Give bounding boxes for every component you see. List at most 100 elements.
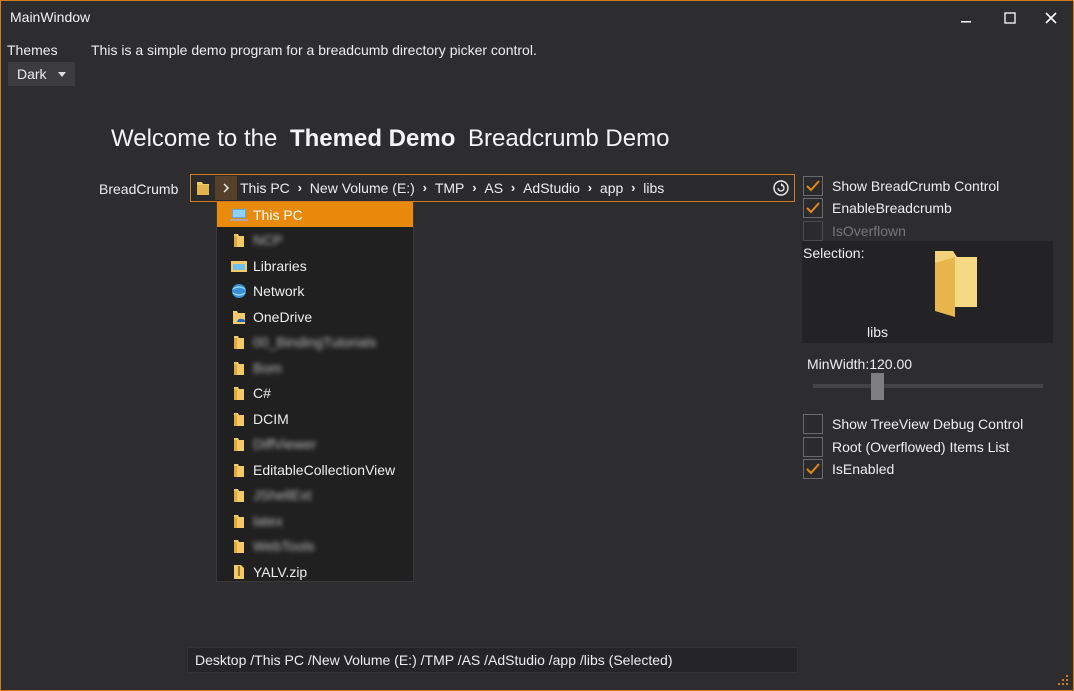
breadcrumb-root-button[interactable] bbox=[192, 176, 214, 200]
chevron-right-icon[interactable]: › bbox=[580, 180, 600, 196]
libraries-icon bbox=[230, 258, 248, 274]
breadcrumb-items: This PC › New Volume (E:) › TMP › AS › AdStudio ›… bbox=[240, 180, 664, 196]
dropdown-item[interactable]: NCP bbox=[217, 228, 413, 253]
chevron-right-icon[interactable]: › bbox=[623, 180, 643, 196]
folder-icon bbox=[935, 251, 977, 317]
dropdown-item-label: Libraries bbox=[253, 257, 307, 274]
close-button[interactable] bbox=[1036, 7, 1066, 29]
network-icon bbox=[230, 283, 248, 299]
dropdown-item-label: EditableCollectionView bbox=[253, 461, 396, 478]
folder-icon bbox=[230, 513, 248, 529]
refresh-button[interactable] bbox=[771, 178, 791, 198]
folder-icon bbox=[230, 232, 248, 248]
intro-text: This is a simple demo program for a brea… bbox=[91, 42, 537, 58]
dropdown-item[interactable]: 00_BindingTutorials bbox=[217, 330, 413, 355]
dropdown-item-label: This PC bbox=[253, 206, 303, 223]
dropdown-item[interactable]: Bom bbox=[217, 355, 413, 380]
main-window: MainWindow Themes This is a simple demo … bbox=[0, 0, 1074, 691]
theme-dropdown[interactable]: Dark bbox=[8, 62, 75, 86]
computer-icon bbox=[230, 207, 248, 223]
enable-breadcrumb-label: EnableBreadcrumb bbox=[832, 200, 952, 216]
chevron-right-icon[interactable]: › bbox=[415, 180, 435, 196]
selection-name: libs bbox=[867, 324, 889, 340]
dropdown-item-label: NCP bbox=[253, 232, 283, 248]
resize-grip-icon[interactable] bbox=[1057, 674, 1069, 686]
title-bar[interactable]: MainWindow bbox=[1, 1, 1073, 35]
folder-icon bbox=[197, 182, 209, 195]
min-width-slider-thumb[interactable] bbox=[871, 373, 884, 400]
folder-icon bbox=[230, 360, 248, 376]
close-icon bbox=[1045, 12, 1057, 24]
minimize-icon bbox=[961, 21, 971, 23]
breadcrumb-dropdown-list: This PC NCP Libraries Network OneDrive 00_Bin… bbox=[216, 202, 414, 582]
maximize-button[interactable] bbox=[995, 7, 1025, 29]
breadcrumb-item[interactable]: app bbox=[600, 180, 623, 196]
dropdown-item[interactable]: latex bbox=[217, 508, 413, 533]
checkmark-icon bbox=[806, 202, 820, 214]
chevron-right-icon[interactable]: › bbox=[464, 180, 484, 196]
breadcrumb-item[interactable]: AdStudio bbox=[523, 180, 580, 196]
chevron-right-icon[interactable]: › bbox=[503, 180, 523, 196]
dropdown-item[interactable]: This PC bbox=[217, 202, 413, 227]
refresh-icon bbox=[773, 180, 789, 196]
breadcrumb-root-chevron[interactable] bbox=[215, 176, 237, 200]
dropdown-item-label: WebTools bbox=[253, 538, 315, 554]
chevron-right-icon bbox=[223, 183, 230, 193]
breadcrumb-item[interactable]: This PC bbox=[240, 180, 290, 196]
welcome-heading: Welcome to the Themed Demo Breadcrumb De… bbox=[111, 125, 669, 153]
welcome-suffix: Breadcrumb Demo bbox=[468, 125, 670, 152]
folder-icon bbox=[230, 385, 248, 401]
is-overflown-label: IsOverflown bbox=[832, 223, 906, 239]
dropdown-item-label: Bom bbox=[253, 359, 282, 376]
theme-selected-value: Dark bbox=[17, 66, 47, 82]
onedrive-icon bbox=[230, 309, 248, 325]
dropdown-item[interactable]: JShellExt bbox=[217, 483, 413, 508]
dropdown-item[interactable]: YALV.zip bbox=[217, 559, 413, 584]
folder-icon bbox=[230, 538, 248, 554]
dropdown-item-label: latex bbox=[253, 512, 283, 529]
dropdown-item[interactable]: Network bbox=[217, 279, 413, 304]
dropdown-item[interactable]: DiffViewer bbox=[217, 432, 413, 457]
selection-label: Selection: bbox=[803, 245, 865, 261]
root-items-checkbox[interactable] bbox=[803, 437, 823, 457]
dropdown-item-label: DCIM bbox=[253, 410, 289, 427]
is-overflown-checkbox[interactable] bbox=[803, 221, 823, 241]
maximize-icon bbox=[1004, 12, 1016, 24]
dropdown-item-label: C# bbox=[253, 385, 271, 401]
min-width-slider-track[interactable] bbox=[813, 384, 1043, 388]
dropdown-item[interactable]: C# bbox=[217, 381, 413, 406]
show-breadcrumb-label: Show BreadCrumb Control bbox=[832, 178, 1000, 194]
dropdown-item-label: JShellExt bbox=[253, 487, 312, 503]
breadcrumb-control[interactable]: This PC › New Volume (E:) › TMP › AS › AdStudio ›… bbox=[190, 174, 795, 202]
dropdown-item-label: OneDrive bbox=[253, 308, 313, 325]
dropdown-item[interactable]: Libraries bbox=[217, 253, 413, 278]
folder-icon bbox=[230, 462, 248, 478]
dropdown-item[interactable]: DCIM bbox=[217, 406, 413, 431]
checkmark-icon bbox=[806, 180, 820, 192]
breadcrumb-label: BreadCrumb bbox=[99, 181, 179, 197]
is-enabled-checkbox[interactable] bbox=[803, 459, 823, 479]
dropdown-item[interactable]: EditableCollectionView bbox=[217, 457, 413, 482]
window-title: MainWindow bbox=[10, 9, 91, 25]
min-width-label: MinWidth:120.00 bbox=[807, 356, 913, 372]
dropdown-item-label: 00_BindingTutorials bbox=[253, 334, 377, 350]
folder-icon bbox=[230, 487, 248, 503]
dropdown-item[interactable]: OneDrive bbox=[217, 304, 413, 329]
dropdown-arrow-icon bbox=[58, 72, 66, 77]
dropdown-item[interactable]: WebTools bbox=[217, 534, 413, 559]
folder-icon bbox=[230, 436, 248, 452]
root-items-label: Root (Overflowed) Items List bbox=[832, 439, 1010, 455]
folder-icon bbox=[230, 411, 248, 427]
breadcrumb-item[interactable]: TMP bbox=[435, 180, 465, 196]
dropdown-item-label: YALV.zip bbox=[253, 563, 308, 580]
show-breadcrumb-checkbox[interactable] bbox=[803, 176, 823, 196]
breadcrumb-item[interactable]: AS bbox=[484, 180, 503, 196]
themes-label: Themes bbox=[7, 42, 58, 58]
enable-breadcrumb-checkbox[interactable] bbox=[803, 198, 823, 218]
chevron-right-icon[interactable]: › bbox=[290, 180, 310, 196]
breadcrumb-item[interactable]: New Volume (E:) bbox=[310, 180, 415, 196]
minimize-button[interactable] bbox=[951, 7, 981, 29]
breadcrumb-item[interactable]: libs bbox=[643, 180, 664, 196]
welcome-prefix: Welcome to the bbox=[111, 125, 278, 152]
show-treeview-checkbox[interactable] bbox=[803, 414, 823, 434]
